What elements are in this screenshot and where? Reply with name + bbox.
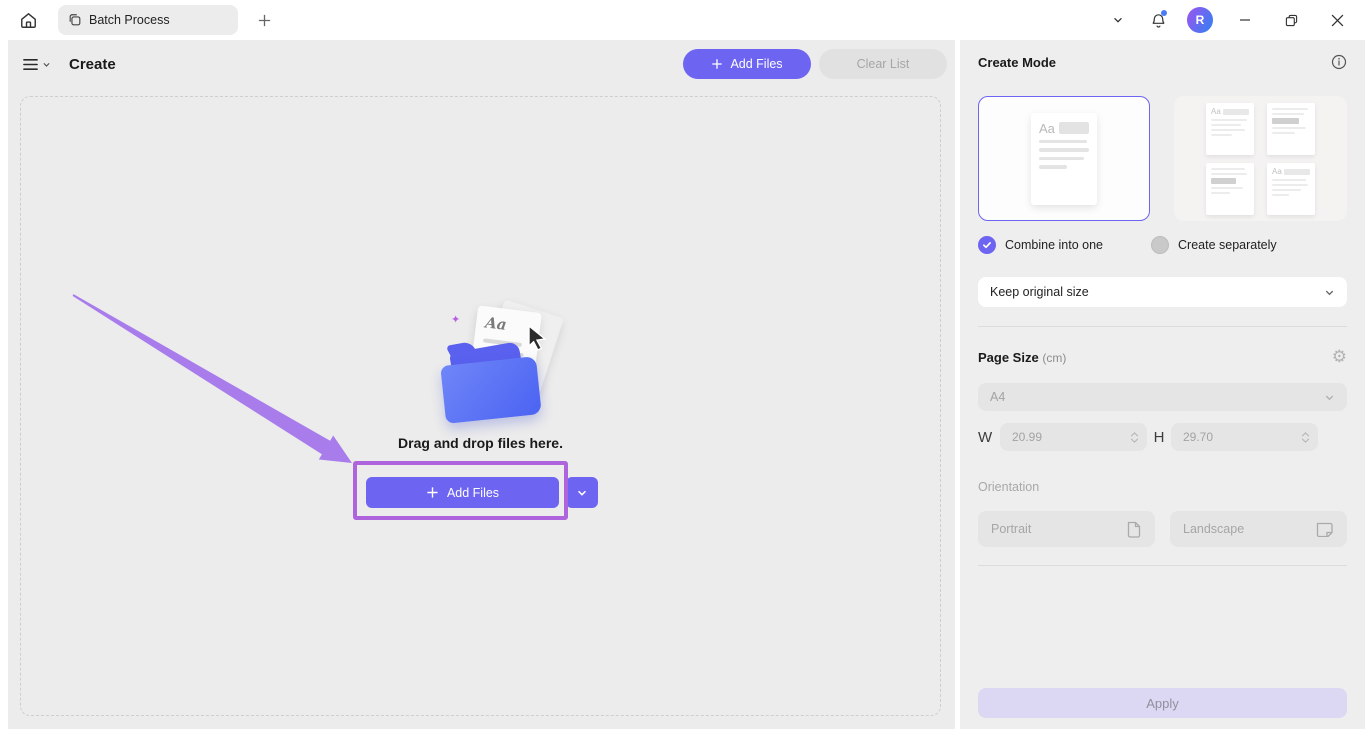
drop-illustration: ✦ ✦ Aa: [413, 299, 588, 430]
combine-label: Combine into one: [1005, 238, 1103, 252]
mode-card-combine[interactable]: Aa: [978, 96, 1150, 221]
radio-combine-into-one[interactable]: [978, 236, 996, 254]
width-stepper[interactable]: [1130, 431, 1139, 443]
create-mode-panel: Create Mode Aa Aa Aa Combine into one Cr…: [960, 40, 1365, 729]
notification-dot: [1161, 10, 1167, 16]
home-icon: [19, 11, 38, 30]
doc-sample-text: Aa: [484, 313, 508, 334]
portrait-icon: [1127, 521, 1141, 538]
page-size-label: Page Size (cm): [978, 350, 1067, 365]
clear-list-button[interactable]: Clear List: [819, 49, 947, 79]
width-label: W: [978, 428, 993, 446]
add-files-button[interactable]: Add Files: [366, 477, 559, 508]
landscape-button[interactable]: Landscape: [1170, 511, 1347, 547]
size-mode-select[interactable]: Keep original size: [978, 277, 1347, 307]
portrait-button[interactable]: Portrait: [978, 511, 1155, 547]
window-bottom-edge: [0, 729, 1365, 735]
batch-process-icon: [68, 13, 82, 27]
mode-card-separate[interactable]: Aa Aa: [1174, 96, 1347, 221]
restore-button[interactable]: [1271, 4, 1311, 36]
new-tab-button[interactable]: [250, 6, 278, 34]
apply-button[interactable]: Apply: [978, 688, 1347, 718]
window-menu-chevron[interactable]: [1101, 5, 1135, 35]
chevron-down-icon: [1325, 290, 1334, 295]
height-input[interactable]: 29.70: [1171, 423, 1318, 451]
sparkle-icon: ✦: [451, 314, 461, 326]
home-button[interactable]: [10, 4, 46, 36]
combined-doc-preview: Aa: [1031, 112, 1097, 205]
add-files-header-label: Add Files: [730, 57, 783, 71]
cursor-icon: [526, 325, 550, 351]
chevron-down-icon: [1325, 395, 1334, 400]
width-input[interactable]: 20.99: [1000, 423, 1147, 451]
add-files-header-button[interactable]: Add Files: [683, 49, 811, 79]
close-button[interactable]: [1317, 4, 1357, 36]
width-value: 20.99: [1012, 430, 1043, 444]
page-title: Create: [69, 55, 116, 73]
titlebar: Batch Process R: [0, 0, 1365, 40]
gear-icon[interactable]: ⚙: [1332, 348, 1347, 365]
chevron-down-icon: [42, 60, 51, 69]
avatar[interactable]: R: [1187, 7, 1213, 33]
panel-title: Create Mode: [978, 54, 1057, 70]
hamburger-icon: [22, 57, 39, 72]
doc-sample-text: Aa: [1039, 120, 1055, 136]
portrait-label: Portrait: [991, 522, 1032, 536]
separate-docs-preview: Aa Aa: [1206, 102, 1315, 215]
preset-value: A4: [990, 390, 1006, 404]
height-label: H: [1153, 428, 1165, 446]
batch-create-pane: Create Add Files Clear List ✦ ✦ Aa: [8, 40, 955, 729]
divider: [978, 326, 1347, 327]
add-files-label: Add Files: [446, 485, 500, 500]
landscape-icon: [1316, 522, 1333, 537]
folder-icon: [440, 356, 542, 424]
drop-zone[interactable]: ✦ ✦ Aa Drag and drop files here. Add Fil…: [20, 96, 941, 716]
info-icon[interactable]: [1331, 54, 1347, 70]
tab-label: Batch Process: [89, 13, 170, 27]
drop-hint-text: Drag and drop files here.: [398, 435, 563, 451]
tab-batch-process[interactable]: Batch Process: [58, 5, 238, 35]
height-value: 29.70: [1183, 430, 1214, 444]
notifications-button[interactable]: [1141, 5, 1175, 35]
landscape-label: Landscape: [1183, 522, 1245, 536]
size-mode-value: Keep original size: [990, 285, 1089, 299]
orientation-label: Orientation: [978, 480, 1040, 494]
divider: [978, 565, 1347, 566]
preset-select[interactable]: A4: [978, 383, 1347, 411]
height-stepper[interactable]: [1301, 431, 1310, 443]
separate-label: Create separately: [1178, 238, 1277, 252]
radio-create-separately[interactable]: [1151, 236, 1169, 254]
minimize-button[interactable]: [1225, 4, 1265, 36]
add-files-dropdown-button[interactable]: [566, 477, 598, 508]
pane-header: Create Add Files Clear List: [8, 40, 955, 88]
task-menu-button[interactable]: [22, 57, 51, 72]
